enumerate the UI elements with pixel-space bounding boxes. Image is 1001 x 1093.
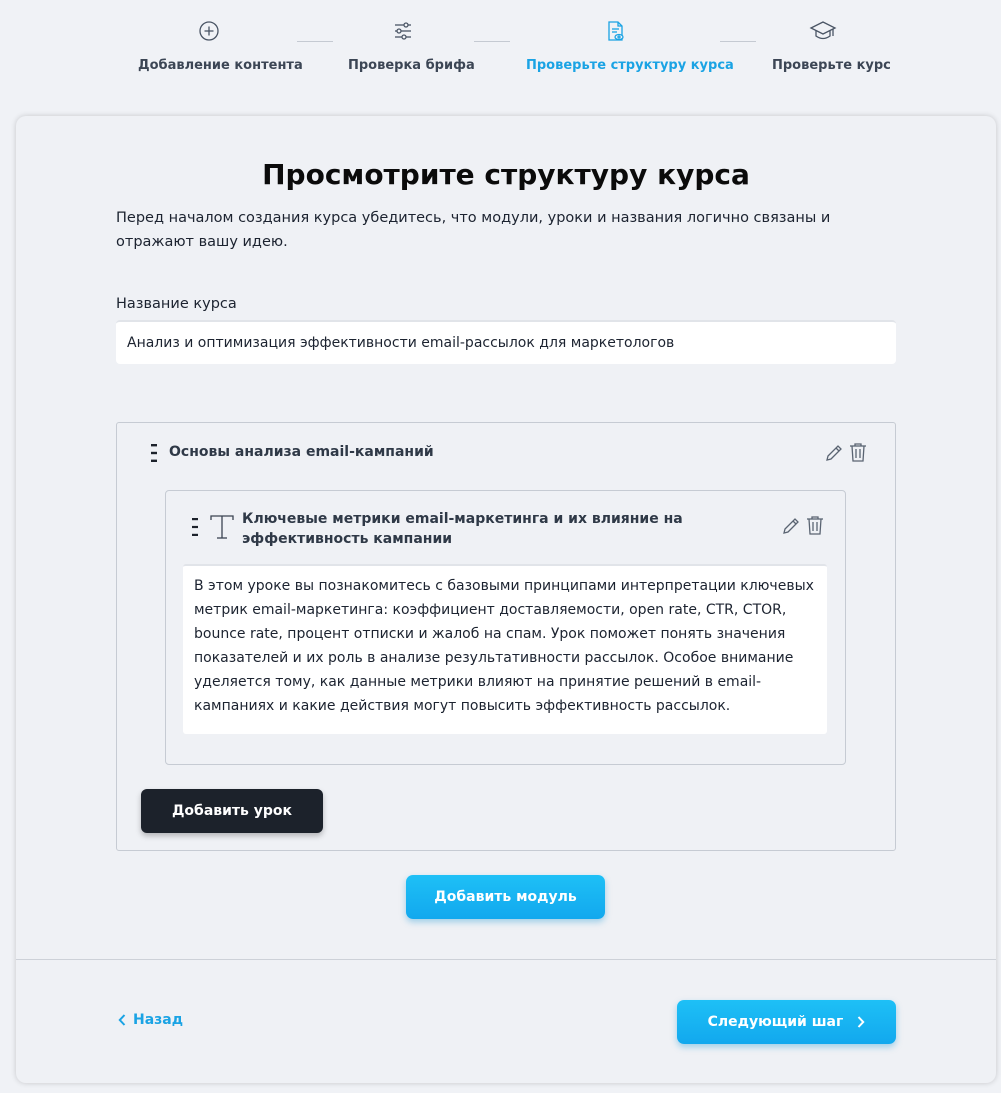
course-name-input[interactable] [116, 320, 896, 364]
edit-lesson-pencil-icon[interactable] [780, 515, 802, 537]
drag-handle-icon[interactable] [191, 517, 199, 537]
page-description: Перед началом создания курса убедитесь, … [116, 210, 831, 250]
course-name-label: Название курса [116, 296, 237, 312]
step-connector [720, 41, 756, 42]
add-lesson-button[interactable]: Добавить урок [141, 789, 323, 833]
step-label: Проверьте структуру курса [526, 58, 734, 73]
delete-lesson-trash-icon[interactable] [804, 514, 826, 536]
edit-module-pencil-icon[interactable] [823, 442, 845, 464]
main-card: Просмотрите структуру курса Перед начало… [16, 116, 996, 1083]
lesson-description-textarea[interactable]: В этом уроке вы познакомитесь с базовыми… [183, 564, 827, 734]
step-brief-check[interactable]: Проверка брифа [348, 16, 475, 73]
delete-module-trash-icon[interactable] [847, 441, 869, 463]
graduation-cap-icon [809, 21, 837, 40]
sliders-icon [395, 22, 411, 40]
plus-circle-icon [199, 21, 219, 41]
step-connector [297, 41, 333, 42]
footer-divider [16, 959, 996, 960]
step-review-course[interactable]: Проверьте курс [772, 16, 891, 73]
add-module-button[interactable]: Добавить модуль [406, 875, 605, 919]
step-label: Проверка брифа [348, 58, 475, 73]
lesson-card: Ключевые метрики email-маркетинга и их в… [165, 490, 846, 765]
document-eye-icon [608, 21, 624, 41]
lesson-title: Ключевые метрики email-маркетинга и их в… [242, 511, 683, 547]
stepper: Добавление контента Проверка брифа Прове… [0, 0, 1001, 100]
step-label: Проверьте курс [772, 58, 891, 73]
next-step-label: Следующий шаг [707, 1014, 844, 1030]
chevron-left-icon [118, 1014, 126, 1026]
text-lesson-icon [210, 515, 234, 539]
step-label: Добавление контента [138, 58, 303, 73]
step-add-content[interactable]: Добавление контента [138, 16, 303, 73]
next-step-button[interactable]: Следующий шаг [677, 1000, 896, 1044]
step-connector [474, 41, 510, 42]
module-title: Основы анализа email-кампаний [169, 444, 434, 460]
step-review-structure[interactable]: Проверьте структуру курса [526, 16, 734, 73]
chevron-right-icon [858, 1016, 865, 1028]
back-label: Назад [133, 1012, 184, 1028]
page-title: Просмотрите структуру курса [262, 158, 750, 191]
drag-handle-icon[interactable] [150, 443, 158, 463]
back-button[interactable]: Назад [118, 1012, 183, 1028]
module-card: Основы анализа email-кампаний Ключевые м… [116, 422, 896, 851]
